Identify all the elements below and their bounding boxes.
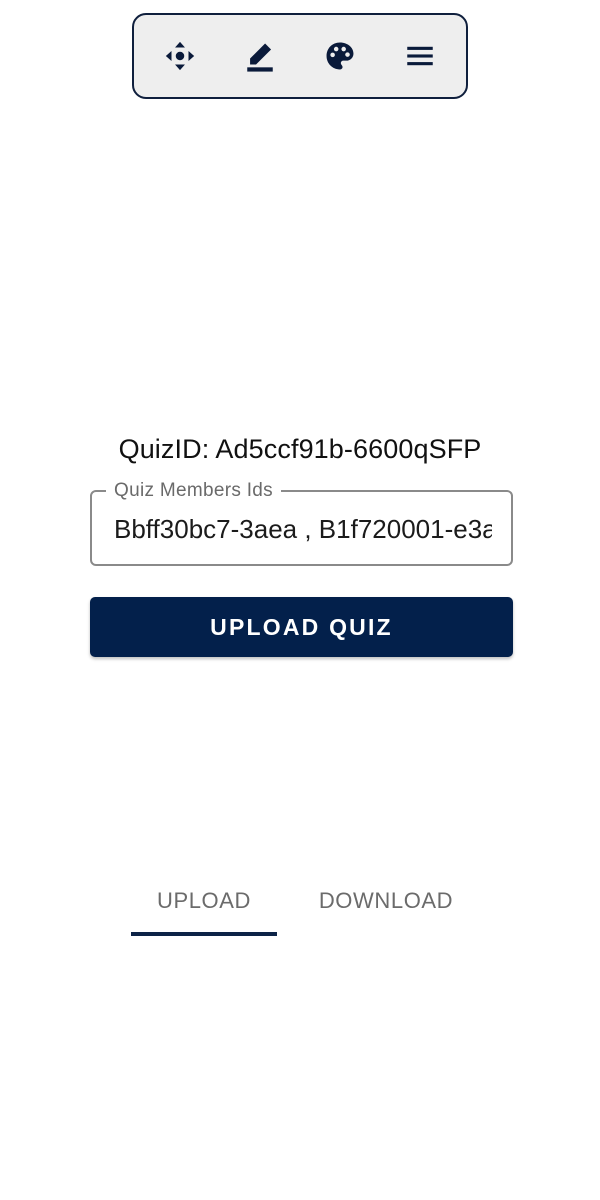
tab-upload[interactable]: UPLOAD (131, 866, 277, 936)
palette-button[interactable] (310, 26, 370, 86)
edit-button[interactable] (230, 26, 290, 86)
menu-button[interactable] (390, 26, 450, 86)
tab-download[interactable]: DOWNLOAD (277, 866, 495, 936)
quiz-members-input[interactable] (114, 510, 492, 548)
tab-upload-label: UPLOAD (156, 888, 252, 913)
tab-bar: UPLOAD DOWNLOAD (131, 866, 495, 936)
tab-selected-indicator (131, 932, 277, 936)
quiz-members-label: Quiz Members Ids (106, 480, 281, 502)
upload-quiz-button[interactable]: UPLOAD QUIZ (90, 597, 513, 657)
tab-download-label: DOWNLOAD (318, 888, 454, 913)
menu-icon (407, 46, 433, 66)
quiz-upload-screen: QuizID: Ad5ccf91b-6600qSFP Quiz Members … (0, 0, 600, 1200)
edit-icon (247, 43, 273, 72)
move-button[interactable] (150, 26, 210, 86)
quiz-members-field: Quiz Members Ids (90, 480, 513, 566)
palette-icon (326, 42, 354, 70)
move-icon (165, 41, 195, 71)
quiz-id-text: QuizID: Ad5ccf91b-6600qSFP (118, 434, 482, 464)
floating-toolbar (132, 13, 468, 99)
